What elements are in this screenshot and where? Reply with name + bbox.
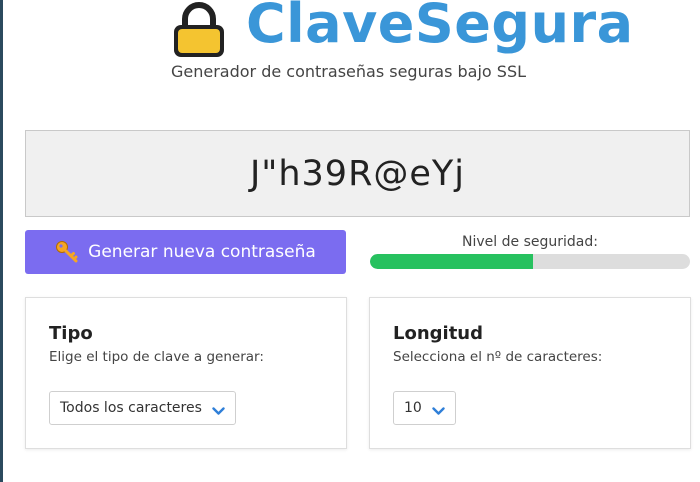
chevron-down-icon (432, 404, 445, 415)
security-meter (370, 254, 690, 269)
type-select-value: Todos los caracteres (60, 400, 202, 416)
generate-button-label: Generar nueva contraseña (88, 242, 316, 262)
lock-icon (171, 0, 227, 58)
security-label: Nivel de seguridad: (462, 234, 598, 250)
type-card-title: Tipo (49, 323, 93, 344)
length-card: Longitud Selecciona el nº de caracteres:… (369, 297, 691, 449)
type-card: Tipo Elige el tipo de clave a generar: T… (25, 297, 347, 449)
generate-password-button[interactable]: Generar nueva contraseña (25, 230, 346, 274)
chevron-down-icon (212, 404, 225, 415)
type-select[interactable]: Todos los caracteres (49, 391, 236, 425)
password-text: J"h39R@eYj (249, 153, 466, 194)
password-display: J"h39R@eYj (25, 130, 690, 217)
key-icon (55, 240, 79, 264)
length-select-value: 10 (404, 400, 422, 416)
security-meter-fill (370, 254, 534, 269)
header: ClaveSegura Generador de contraseñas seg… (0, 0, 700, 95)
length-card-title: Longitud (393, 323, 484, 344)
type-card-subtitle: Elige el tipo de clave a generar: (49, 349, 264, 365)
length-select[interactable]: 10 (393, 391, 456, 425)
brand-title: ClaveSegura (246, 0, 634, 55)
tagline: Generador de contraseñas seguras bajo SS… (171, 62, 527, 81)
length-card-subtitle: Selecciona el nº de caracteres: (393, 349, 603, 365)
